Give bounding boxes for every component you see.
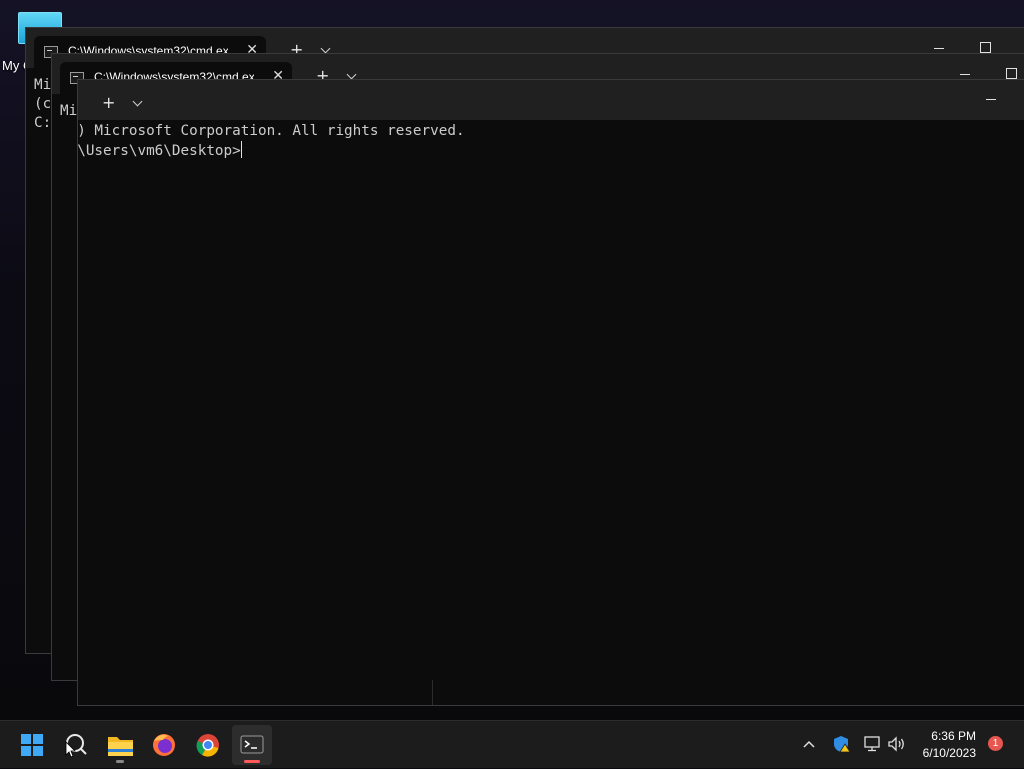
terminal-button[interactable]: [232, 725, 272, 765]
network-icon[interactable]: [862, 734, 884, 754]
taskbar: 6:36 PM 6/10/2023: [0, 720, 1024, 768]
chevron-down-icon[interactable]: [320, 43, 331, 54]
chevron-up-icon[interactable]: [800, 735, 818, 753]
folder-icon: [108, 737, 133, 756]
clock-date[interactable]: 6/10/2023: [906, 746, 976, 760]
chevron-down-icon[interactable]: [346, 69, 357, 80]
console-prompt-line[interactable]: C:\Users\vm6\Desktop>: [77, 141, 1024, 161]
terminal-window-front[interactable]: + (c) Microsoft Corporation. All rights …: [77, 79, 1024, 706]
chrome-button[interactable]: [188, 725, 228, 765]
console-prompt: C:\Users\vm6\Desktop>: [77, 143, 241, 159]
running-indicator: [116, 760, 124, 763]
windows-logo-icon: [21, 734, 43, 756]
firefox-icon: [153, 734, 175, 756]
maximize-button[interactable]: [980, 42, 991, 53]
chrome-icon: [196, 734, 219, 757]
chevron-down-icon[interactable]: [132, 96, 143, 107]
clock-time[interactable]: 6:36 PM: [906, 729, 976, 743]
console-output[interactable]: (c) Microsoft Corporation. All rights re…: [77, 122, 1024, 161]
minimize-button[interactable]: [986, 99, 996, 100]
selection-shade: [25, 114, 26, 154]
firefox-button[interactable]: [144, 725, 184, 765]
divider: [432, 680, 433, 705]
security-warning-icon[interactable]: [832, 734, 852, 754]
active-indicator: [244, 760, 260, 763]
minimize-button[interactable]: [934, 48, 944, 49]
text-cursor: [240, 141, 242, 158]
start-button[interactable]: [12, 725, 52, 765]
search-icon: [65, 734, 87, 758]
maximize-button[interactable]: [1006, 68, 1017, 79]
minimize-button[interactable]: [960, 74, 970, 75]
window-titlebar[interactable]: +: [78, 80, 1024, 120]
new-tab-button[interactable]: +: [102, 95, 115, 111]
file-explorer-button[interactable]: [100, 725, 140, 765]
console-line: (c) Microsoft Corporation. All rights re…: [77, 123, 465, 139]
terminal-icon: [240, 735, 264, 754]
search-button[interactable]: [56, 725, 96, 765]
volume-icon[interactable]: [886, 734, 908, 754]
notification-badge[interactable]: 1: [988, 736, 1003, 751]
